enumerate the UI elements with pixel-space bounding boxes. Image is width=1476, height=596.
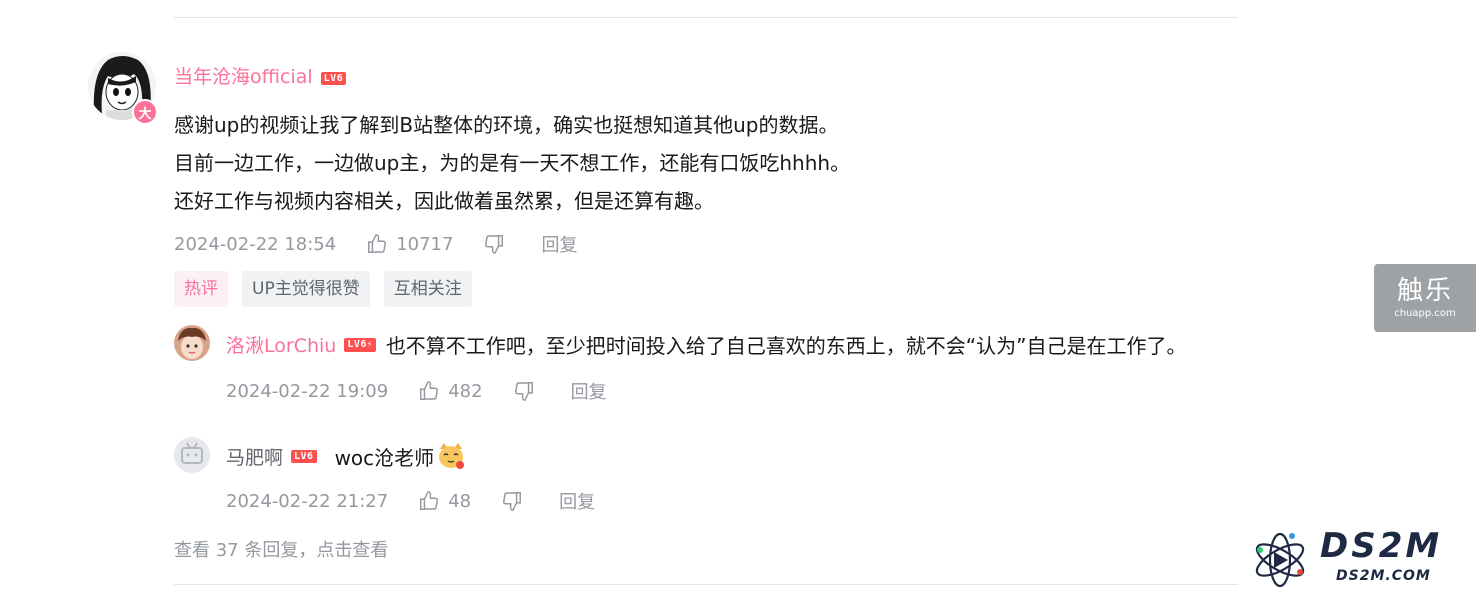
- comment-meta: 2024-02-22 18:54 10717 回复: [174, 231, 577, 257]
- atom-logo-icon: [1255, 532, 1305, 588]
- comment-line: 感谢up的视频让我了解到B站整体的环境，确实也挺想知道其他up的数据。: [174, 113, 839, 137]
- comment-content: 感谢up的视频让我了解到B站整体的环境，确实也挺想知道其他up的数据。 目前一边…: [174, 106, 850, 220]
- like-button[interactable]: 10717: [366, 233, 453, 255]
- timestamp: 2024-02-22 21:27: [226, 490, 389, 512]
- comment-line: 还好工作与视频内容相关，因此做着虽然累，但是还算有趣。: [174, 189, 714, 213]
- like-count: 10717: [396, 233, 454, 255]
- level-badge: LV6: [344, 337, 376, 352]
- reply-button[interactable]: 回复: [559, 488, 595, 514]
- like-count: 48: [448, 490, 472, 512]
- mutual-follow-tag: 互相关注: [383, 271, 472, 307]
- hot-tag: 热评: [174, 271, 228, 307]
- divider: [174, 17, 1238, 18]
- reply-username[interactable]: 洛湫LorChiu: [226, 331, 336, 358]
- watermark: DS2M DS2M.COM: [1250, 528, 1470, 592]
- like-count: 482: [448, 380, 483, 402]
- timestamp: 2024-02-22 18:54: [174, 233, 337, 255]
- brand-url: chuapp.com: [1394, 308, 1456, 319]
- thumbs-up-icon: [368, 234, 387, 253]
- watermark-name: DS2M: [1320, 526, 1443, 566]
- reply-item: 马肥啊 LV6 woc沧老师: [226, 441, 466, 471]
- comment-tags: 热评 UP主觉得很赞 互相关注: [174, 271, 486, 307]
- vip-badge-icon: 大: [132, 99, 158, 125]
- username[interactable]: 当年沧海official: [174, 66, 313, 88]
- comment-header: 当年沧海official LV6: [174, 62, 347, 89]
- reply-meta: 2024-02-22 19:09 482 回复: [226, 378, 607, 404]
- level-badge: LV6: [291, 449, 317, 463]
- watermark-url: DS2M.COM: [1336, 568, 1431, 584]
- up-liked-tag: UP主觉得很赞: [242, 271, 370, 307]
- dislike-button[interactable]: [501, 490, 531, 512]
- reply-avatar[interactable]: [174, 437, 210, 473]
- thumbs-down-icon: [485, 235, 504, 254]
- reply-item: 洛湫LorChiu LV6 也不算不工作吧，至少把时间投入给了自己喜欢的东西上，…: [226, 330, 1187, 359]
- reply-avatar[interactable]: [174, 325, 210, 361]
- reply-content: woc沧老师: [334, 445, 435, 470]
- reply-meta: 2024-02-22 21:27 48 回复: [226, 488, 595, 514]
- thumbs-up-icon: [420, 491, 439, 510]
- timestamp: 2024-02-22 19:09: [226, 380, 389, 402]
- thumbs-up-icon: [420, 381, 439, 400]
- side-brand-widget[interactable]: 触乐 chuapp.com: [1374, 264, 1476, 332]
- reply-username[interactable]: 马肥啊: [226, 443, 283, 470]
- like-button[interactable]: 48: [418, 490, 471, 512]
- comment-section: 大 当年沧海official LV6 感谢up的视频让我了解到B站整体的环境，确实…: [0, 0, 1476, 596]
- divider: [174, 584, 1238, 585]
- reply-button[interactable]: 回复: [571, 378, 607, 404]
- like-button[interactable]: 482: [418, 380, 483, 402]
- dislike-button[interactable]: [513, 380, 543, 402]
- thumbs-down-icon: [514, 382, 533, 401]
- reply-button[interactable]: 回复: [541, 231, 577, 257]
- brand-name: 触乐: [1396, 276, 1453, 306]
- dislike-button[interactable]: [483, 233, 513, 255]
- view-more-replies-link[interactable]: 查看 37 条回复，点击查看: [174, 536, 388, 562]
- comment-line: 目前一边工作，一边做up主，为的是有一天不想工作，还能有口饭吃hhhh。: [174, 151, 851, 175]
- cat-emoji-icon: [439, 443, 465, 469]
- level-badge: LV6: [320, 72, 347, 85]
- thumbs-down-icon: [503, 492, 522, 511]
- reply-content: 也不算不工作吧，至少把时间投入给了自己喜欢的东西上，就不会“认为”自己是在工作了…: [385, 334, 1187, 358]
